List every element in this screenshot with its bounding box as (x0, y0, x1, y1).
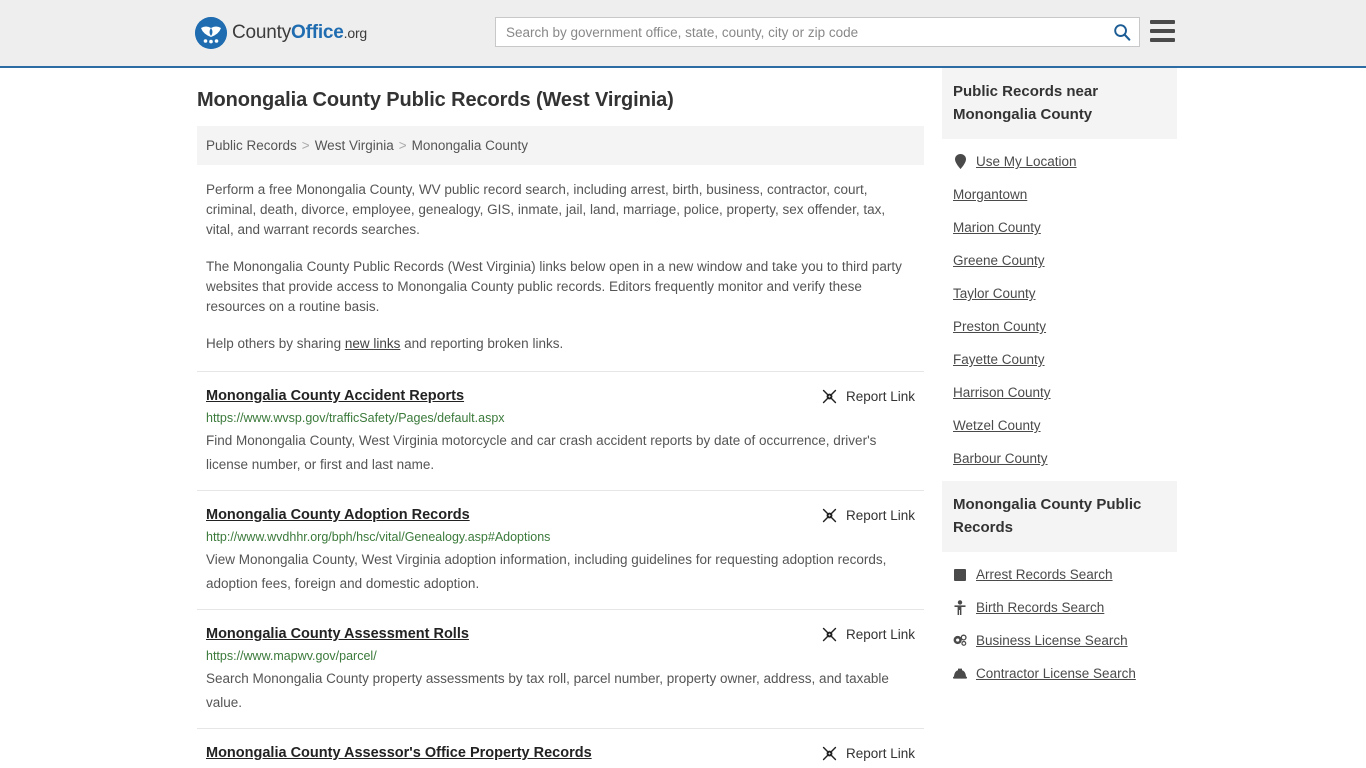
hard-hat-icon (953, 668, 967, 679)
broken-link-icon (822, 389, 837, 404)
baby-icon (953, 600, 967, 615)
sidebar-item-label: Morgantown (953, 187, 1028, 202)
intro-paragraph-3: Help others by sharing new links and rep… (197, 334, 924, 354)
sidebar-item-contractor-license-search[interactable]: Contractor License Search (942, 657, 1177, 690)
sidebar-item-label: Taylor County (953, 286, 1036, 301)
sidebar-item-label: Greene County (953, 253, 1045, 268)
record-title-link[interactable]: Monongalia County Assessment Rolls (206, 626, 469, 642)
page-title: Monongalia County Public Records (West V… (197, 89, 674, 111)
content-container: Monongalia County Public Records (West V… (188, 68, 1178, 768)
site-header: CountyOffice.org (0, 0, 1366, 68)
sidebar-item-fayette-county[interactable]: Fayette County (942, 343, 1177, 376)
search-bar[interactable] (495, 17, 1140, 47)
logo-text-part2: Office (291, 22, 344, 43)
sidebar-item-greene-county[interactable]: Greene County (942, 244, 1177, 277)
sidebar-item-morgantown[interactable]: Morgantown (942, 178, 1177, 211)
sidebar-item-preston-county[interactable]: Preston County (942, 310, 1177, 343)
sidebar-item-label: Business License Search (976, 633, 1128, 648)
hamburger-menu-icon[interactable] (1150, 20, 1175, 42)
record-url: https://www.mapwv.gov/parcel/ (206, 649, 377, 663)
report-link-button[interactable]: Report Link (821, 626, 915, 643)
sidebar-item-label: Use My Location (976, 154, 1077, 169)
sidebar-item-label: Preston County (953, 319, 1047, 334)
search-button[interactable] (1105, 18, 1139, 46)
breadcrumb-separator: > (301, 138, 310, 153)
site-logo-text: CountyOffice.org (232, 22, 367, 44)
record-entry: Monongalia County Accident Reports https… (197, 371, 924, 490)
intro-p3-before: Help others by sharing (206, 336, 345, 351)
breadcrumb-item-monongalia-county[interactable]: Monongalia County (412, 138, 528, 153)
sidebar-item-label: Wetzel County (953, 418, 1041, 433)
sidebar-item-arrest-records-search[interactable]: Arrest Records Search (942, 558, 1177, 591)
sidebar: Public Records near Monongalia County Us… (942, 68, 1177, 768)
intro-paragraph-2: The Monongalia County Public Records (We… (206, 259, 902, 314)
sidebar-item-wetzel-county[interactable]: Wetzel County (942, 409, 1177, 442)
report-link-label: Report Link (845, 389, 915, 404)
fingerprint-icon (953, 568, 967, 581)
breadcrumb: Public Records > West Virginia > Monongalia … (197, 126, 924, 165)
site-logo[interactable]: CountyOffice.org (195, 17, 367, 49)
record-description: Find Monongalia County, West Virginia mo… (206, 433, 877, 472)
main-column: Monongalia County Public Records (West V… (197, 68, 924, 768)
report-link-button[interactable]: Report Link (821, 745, 915, 762)
breadcrumb-separator: > (398, 138, 407, 153)
breadcrumb-item-west-virginia[interactable]: West Virginia (315, 138, 394, 153)
broken-link-icon (822, 746, 837, 761)
report-link-label: Report Link (845, 627, 915, 642)
intro-p3-after: and reporting broken links. (400, 336, 564, 351)
record-description: View Monongalia County, West Virginia ad… (206, 552, 887, 591)
record-description: Search Monongalia County property assess… (206, 671, 889, 710)
record-url: http://www.wvdhhr.org/bph/hsc/vital/Gene… (206, 530, 551, 544)
map-pin-icon (953, 154, 967, 169)
broken-link-icon (822, 508, 837, 523)
sidebar-item-label: Barbour County (953, 451, 1048, 466)
record-title-link[interactable]: Monongalia County Assessor's Office Prop… (206, 745, 592, 761)
hamburger-bar (1150, 20, 1175, 24)
record-title-link[interactable]: Monongalia County Adoption Records (206, 507, 470, 523)
sidebar-records-box: Monongalia County Public Records Arrest … (942, 481, 1177, 690)
intro-paragraph-1: Perform a free Monongalia County, WV pub… (206, 182, 886, 237)
sidebar-item-label: Arrest Records Search (976, 567, 1113, 582)
sidebar-item-label: Harrison County (953, 385, 1051, 400)
sidebar-item-harrison-county[interactable]: Harrison County (942, 376, 1177, 409)
sidebar-item-business-license-search[interactable]: Business License Search (942, 624, 1177, 657)
record-entry: Monongalia County Assessment Rolls https… (197, 609, 924, 728)
sidebar-item-use-my-location[interactable]: Use My Location (942, 145, 1177, 178)
countyoffice-eagle-logo-icon (195, 17, 227, 49)
report-link-label: Report Link (845, 508, 915, 523)
sidebar-item-label: Contractor License Search (976, 666, 1136, 681)
search-input[interactable] (496, 19, 1105, 45)
breadcrumb-item-public-records[interactable]: Public Records (206, 138, 297, 153)
search-icon (1114, 24, 1131, 41)
logo-text-part3: .org (343, 25, 368, 41)
page-body: Monongalia County Public Records (West V… (0, 68, 1366, 768)
sidebar-item-birth-records-search[interactable]: Birth Records Search (942, 591, 1177, 624)
sidebar-item-label: Marion County (953, 220, 1041, 235)
record-title-link[interactable]: Monongalia County Accident Reports (206, 388, 464, 404)
broken-link-icon (822, 627, 837, 642)
sidebar-nearby-box: Public Records near Monongalia County Us… (942, 68, 1177, 475)
sidebar-records-heading: Monongalia County Public Records (942, 481, 1177, 552)
record-entry: Monongalia County Adoption Records http:… (197, 490, 924, 609)
hamburger-bar (1150, 29, 1175, 33)
logo-text-part1: County (232, 22, 292, 43)
report-link-label: Report Link (845, 746, 915, 761)
report-link-button[interactable]: Report Link (821, 388, 915, 405)
sidebar-nearby-list: Use My Location Morgantown Marion County… (942, 139, 1177, 475)
sidebar-item-marion-county[interactable]: Marion County (942, 211, 1177, 244)
sidebar-item-barbour-county[interactable]: Barbour County (942, 442, 1177, 475)
sidebar-records-list: Arrest Records Search Birth Records Sear… (942, 552, 1177, 690)
sidebar-item-label: Birth Records Search (976, 600, 1105, 615)
sidebar-item-taylor-county[interactable]: Taylor County (942, 277, 1177, 310)
report-link-button[interactable]: Report Link (821, 507, 915, 524)
new-links-link[interactable]: new links (345, 336, 401, 351)
sidebar-nearby-heading: Public Records near Monongalia County (942, 68, 1177, 139)
intro-text: Perform a free Monongalia County, WV pub… (197, 180, 924, 354)
record-entry: Monongalia County Assessor's Office Prop… (197, 728, 924, 768)
sidebar-item-label: Fayette County (953, 352, 1045, 367)
record-url: https://www.wvsp.gov/trafficSafety/Pages… (206, 411, 505, 425)
hamburger-bar (1150, 38, 1175, 42)
gears-icon (953, 634, 967, 647)
